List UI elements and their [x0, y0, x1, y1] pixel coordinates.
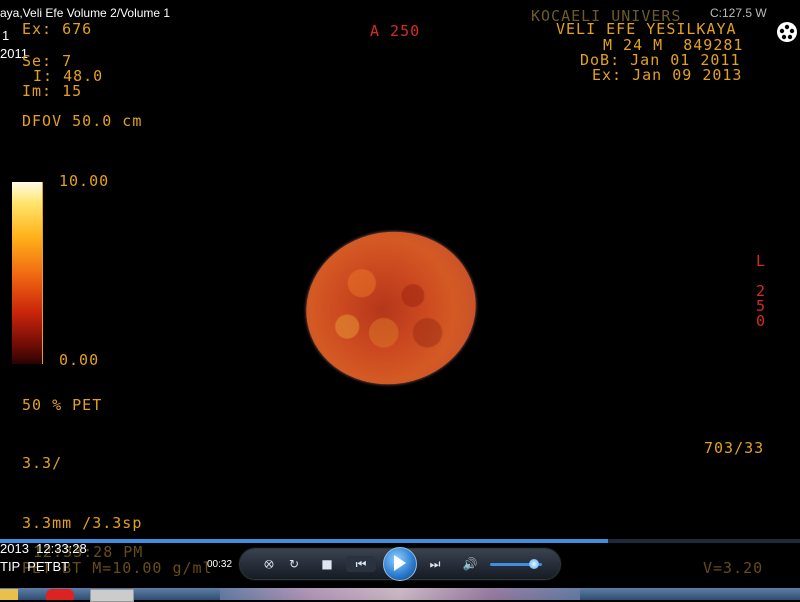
dfov-label: DFOV 50.0 cm — [22, 112, 143, 130]
taskbar-app-icon[interactable] — [46, 589, 74, 600]
play-icon — [394, 555, 406, 571]
stop-button[interactable]: ■ — [320, 556, 334, 572]
next-button[interactable]: ⏭ — [422, 556, 448, 572]
orientation-top-label: A 250 — [370, 22, 421, 40]
desktop-wallpaper-strip — [220, 588, 580, 600]
matrix-ratio: 703/33 — [704, 439, 765, 457]
pet-color-scale — [12, 182, 42, 364]
slice-thickness: 3.3mm /3.3sp — [22, 514, 143, 532]
orientation-right-letter: L — [756, 252, 767, 270]
repeat-icon[interactable]: ↻ — [286, 556, 302, 572]
slice-thickness-partial: 3.3/ — [22, 454, 63, 472]
previous-button[interactable]: ⏮ — [346, 556, 376, 572]
color-scale-axis — [42, 182, 47, 364]
film-reel-icon[interactable] — [777, 22, 797, 42]
overlay-line-1: 1 — [2, 28, 10, 43]
pet-scan-uptake — [318, 246, 464, 370]
overlay-series-label: TIP PETBT — [0, 559, 70, 574]
elapsed-time: 00:32 — [207, 559, 233, 570]
shuffle-icon[interactable]: ⭙ — [260, 556, 278, 572]
exam-number: Ex: 676 — [22, 20, 93, 38]
mute-button[interactable]: 🔊 — [462, 556, 478, 572]
orientation-right-digit: 0 — [756, 312, 767, 330]
exam-date: Ex: Jan 09 2013 — [592, 66, 743, 84]
seek-progress — [0, 539, 608, 543]
color-scale-max: 10.00 — [59, 172, 110, 190]
color-scale-min: 0.00 — [59, 351, 100, 369]
start-button[interactable] — [0, 589, 18, 600]
image-number: Im: 15 — [22, 82, 83, 100]
window-title-fragment: aya,Veli Efe Volume 2/Volume 1 — [0, 6, 171, 20]
overlay-timestamp: 2013 12:33:28 — [0, 541, 87, 556]
v-value: V=3.20 — [703, 559, 764, 577]
blend-ratio: 50 % PET — [22, 396, 103, 414]
taskbar-app-icon[interactable] — [90, 589, 134, 602]
patient-name: VELI EFE YESILKAYA — [556, 20, 737, 38]
window-level-fragment: C:127.5 W — [710, 6, 767, 20]
